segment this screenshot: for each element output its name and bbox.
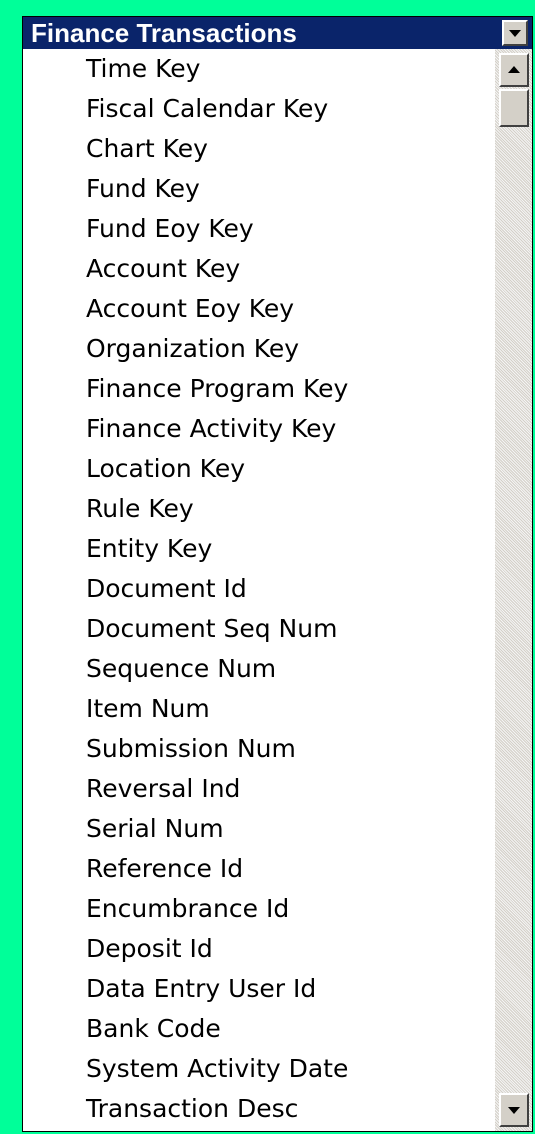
scroll-thumb[interactable] (499, 89, 529, 127)
scroll-up-button[interactable] (499, 53, 529, 87)
list-item[interactable]: Sequence Num (23, 649, 495, 689)
list-item[interactable]: Reference Id (23, 849, 495, 889)
list-item[interactable]: Serial Num (23, 809, 495, 849)
list-item[interactable]: Rule Key (23, 489, 495, 529)
title-bar[interactable]: Finance Transactions (23, 17, 532, 49)
list-item[interactable]: System Activity Date (23, 1049, 495, 1089)
list-item[interactable]: Document Id (23, 569, 495, 609)
scroll-up-arrow-icon (508, 66, 520, 73)
scroll-down-arrow-icon (508, 1107, 520, 1114)
dropdown-button[interactable] (502, 20, 528, 46)
list-item[interactable]: Finance Activity Key (23, 409, 495, 449)
list-item[interactable]: Account Eoy Key (23, 289, 495, 329)
list-item[interactable]: Fiscal Calendar Key (23, 89, 495, 129)
list-item[interactable]: Fund Key (23, 169, 495, 209)
list-item[interactable]: Time Key (23, 49, 495, 89)
field-list-window: Finance Transactions Time Key Fiscal Cale… (22, 16, 533, 1132)
list-item[interactable]: Entity Key (23, 529, 495, 569)
list-item[interactable]: Chart Key (23, 129, 495, 169)
list-item[interactable]: Finance Program Key (23, 369, 495, 409)
chevron-down-icon (509, 30, 521, 37)
list-item[interactable]: Document Seq Num (23, 609, 495, 649)
scroll-down-button[interactable] (499, 1093, 529, 1127)
list-item[interactable]: Deposit Id (23, 929, 495, 969)
list-item[interactable]: Data Entry User Id (23, 969, 495, 1009)
list-item[interactable]: Encumbrance Id (23, 889, 495, 929)
window-title: Finance Transactions (31, 18, 297, 48)
list-item[interactable]: Organization Key (23, 329, 495, 369)
list-item[interactable]: Reversal Ind (23, 769, 495, 809)
list-item[interactable]: Item Num (23, 689, 495, 729)
list-item[interactable]: Fund Eoy Key (23, 209, 495, 249)
list-item[interactable]: Submission Num (23, 729, 495, 769)
vertical-scrollbar[interactable] (495, 49, 532, 1131)
field-list: Time Key Fiscal Calendar Key Chart Key Fund… (23, 49, 495, 1131)
list-item[interactable]: Bank Code (23, 1009, 495, 1049)
list-item[interactable]: Location Key (23, 449, 495, 489)
list-item[interactable]: Transaction Desc (23, 1089, 495, 1129)
list-item[interactable]: Account Key (23, 249, 495, 289)
